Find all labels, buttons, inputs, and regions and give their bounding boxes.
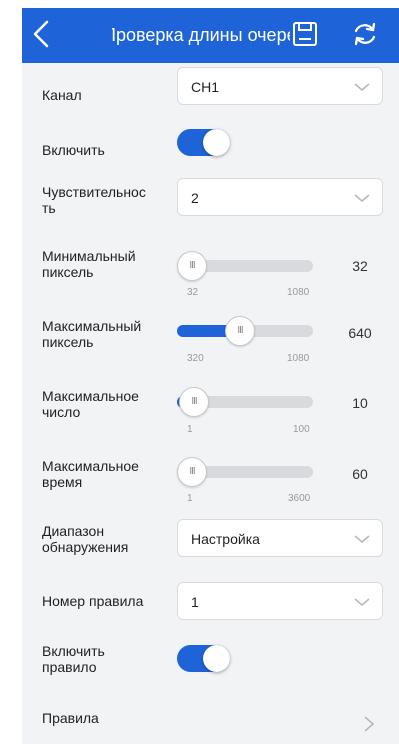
max-pixel-label: Максимальный пиксель [42,318,142,350]
back-chevron-icon[interactable] [28,19,56,49]
toggle-knob [203,645,230,672]
slider-min-value: 32 [187,287,199,298]
enable-toggle[interactable] [177,129,230,156]
slider-thumb[interactable]: III [179,387,209,417]
max-time-label: Максимальное время [42,458,139,490]
channel-value: CH1 [191,79,220,95]
slider-max-value: 100 [293,424,310,435]
page-title: Проверка длины очереди [112,25,290,45]
slider-thumb[interactable]: III [177,457,207,487]
detection-range-label: Диапазон обнаружения [42,523,129,555]
rules-label[interactable]: Правила [42,710,99,726]
toggle-knob [203,129,230,156]
rule-number-value: 1 [191,594,199,610]
top-bar: Проверка длины очереди [22,8,399,63]
slider-max-value: 1080 [287,287,310,298]
chevron-down-icon [354,194,370,203]
max-pixel-value: 640 [348,325,372,341]
enable-label: Включить [42,142,105,158]
rule-number-label: Номер правила [42,593,144,609]
max-time-value: 60 [352,466,368,482]
sensitivity-value: 2 [191,190,199,206]
max-pixel-slider[interactable]: III [177,316,313,346]
refresh-icon[interactable] [350,19,380,49]
save-icon[interactable] [291,20,319,48]
chevron-down-icon [354,83,370,92]
detection-range-value: Настройка [191,531,260,547]
rule-number-select[interactable]: 1 [177,582,383,620]
slider-thumb[interactable]: III [177,251,207,281]
slider-min-value: 1 [187,493,193,504]
slider-max-value: 1080 [287,353,310,364]
max-time-slider[interactable]: III [177,457,313,487]
slider-thumb[interactable]: III [225,316,255,346]
min-pixel-value: 32 [352,258,368,274]
channel-select[interactable]: CH1 [177,67,383,105]
chevron-right-icon[interactable] [363,715,375,733]
max-count-value: 10 [352,395,368,411]
chevron-down-icon [354,535,370,544]
max-count-slider[interactable]: III [177,387,313,417]
slider-min-value: 320 [187,353,204,364]
min-pixel-label: Минимальный пиксель [42,248,136,280]
slider-min-value: 1 [187,424,193,435]
enable-rule-toggle[interactable] [177,645,230,672]
channel-label: Канал [42,87,82,103]
detection-range-select[interactable]: Настройка [177,519,383,557]
enable-rule-label: Включить правило [42,643,105,675]
slider-max-value: 3600 [288,493,311,504]
chevron-down-icon [354,598,370,607]
max-count-label: Максимальное число [42,388,139,420]
app-screen: Проверка длины очереди Канал CH1 Включит… [22,8,399,744]
sensitivity-select[interactable]: 2 [177,178,383,216]
min-pixel-slider[interactable]: III [177,251,313,281]
sensitivity-label: Чувствительнос ть [42,184,146,216]
